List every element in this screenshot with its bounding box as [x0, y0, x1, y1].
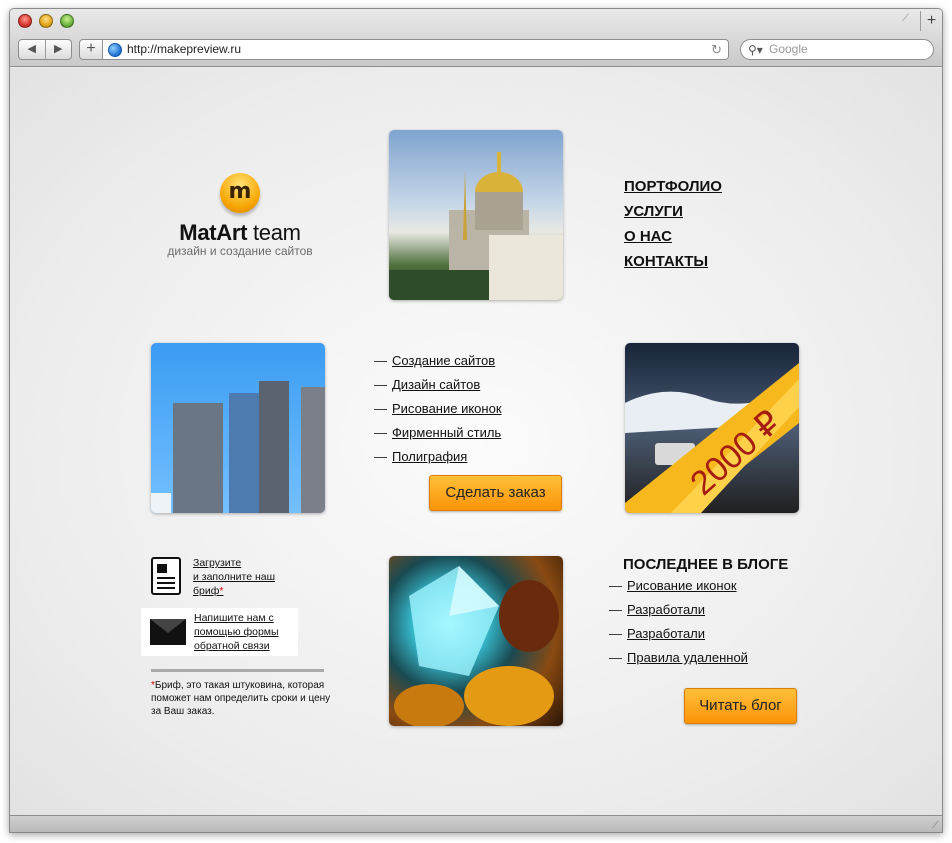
upload-brief-line3: бриф: [193, 585, 220, 597]
back-button[interactable]: ◀: [19, 40, 45, 59]
envelope-icon: [150, 619, 186, 645]
footnote-text: Бриф, это такая штуковина, которая помож…: [151, 680, 331, 717]
list-item: — Разработали: [609, 602, 706, 617]
upload-brief-line2: и заполните наш: [193, 571, 276, 583]
blog-list: — Рисование иконок — Разработали — Разработ…: [609, 574, 748, 670]
menu-item-portfolio[interactable]: Портфолио: [624, 174, 722, 199]
list-item: — Создание сайтов: [374, 353, 496, 368]
search-field[interactable]: ⚲▾ Google: [740, 39, 934, 60]
menu-item-about[interactable]: О нас: [624, 224, 722, 249]
list-item: — Рисование иконок: [374, 401, 502, 416]
logo-name: MatArt team: [150, 220, 330, 246]
brief-footnote: *Бриф, это такая штуковина, которая помо…: [151, 679, 333, 718]
service-link[interactable]: Полиграфия: [392, 449, 467, 464]
globe-icon: [108, 43, 122, 57]
gems-photo: [389, 556, 563, 726]
logo-name-bold: MatArt: [179, 220, 248, 245]
required-star: *: [219, 585, 224, 597]
logo-tagline: дизайн и создание сайтов: [167, 244, 313, 258]
minimize-window-button[interactable]: [39, 14, 53, 28]
zoom-window-button[interactable]: [60, 14, 74, 28]
feedback-block[interactable]: Напишите нам с помощью формы обратной св…: [141, 608, 298, 656]
add-bookmark-button[interactable]: +: [79, 39, 103, 60]
list-item: — Рисование иконок: [609, 578, 737, 593]
tab-overview-icon[interactable]: ⟋: [902, 13, 914, 25]
status-bar: ⟋: [10, 815, 942, 832]
blog-link[interactable]: Разработали: [627, 626, 705, 641]
main-menu: Портфолио Услуги О нас Контакты: [624, 174, 722, 274]
logo-mark: m: [220, 173, 260, 213]
address-bar[interactable]: http://makepreview.ru ↻: [103, 39, 729, 60]
url-text[interactable]: http://makepreview.ru: [127, 42, 241, 56]
list-item: — Дизайн сайтов: [374, 377, 481, 392]
cathedral-photo: [389, 130, 563, 300]
upload-brief-link[interactable]: Загрузите и заполните наш бриф*: [193, 556, 275, 598]
feedback-line1: Напишите нам с: [194, 612, 274, 624]
blog-title: Последнее в блоге: [623, 556, 789, 573]
read-blog-button[interactable]: Читать блог: [684, 688, 797, 724]
menu-item-services[interactable]: Услуги: [624, 199, 722, 224]
blog-link[interactable]: Разработали: [627, 602, 705, 617]
search-icon: ⚲▾: [748, 43, 763, 57]
search-placeholder: Google: [769, 42, 808, 56]
feedback-link[interactable]: Напишите нам с помощью формы обратной св…: [194, 611, 279, 653]
nav-buttons: ◀ ▶: [18, 39, 72, 60]
menu-item-contacts[interactable]: Контакты: [624, 249, 722, 274]
city-photo: [151, 343, 325, 513]
feedback-line2: помощью формы: [194, 626, 279, 638]
list-item: — Полиграфия: [374, 449, 468, 464]
forward-button[interactable]: ▶: [44, 40, 72, 59]
close-window-button[interactable]: [18, 14, 32, 28]
service-link[interactable]: Создание сайтов: [392, 353, 495, 368]
order-button[interactable]: Сделать заказ: [429, 475, 562, 511]
document-icon[interactable]: [151, 557, 181, 595]
service-link[interactable]: Фирменный стиль: [392, 425, 501, 440]
brief-block: Загрузите и заполните наш бриф*: [151, 557, 331, 598]
list-item: — Разработали: [609, 626, 706, 641]
reload-icon[interactable]: ↻: [711, 40, 722, 59]
upload-brief-line1: Загрузите: [193, 557, 242, 569]
blog-link[interactable]: Рисование иконок: [627, 578, 737, 593]
logo-name-rest: team: [247, 220, 301, 245]
service-link[interactable]: Рисование иконок: [392, 401, 502, 416]
new-tab-button[interactable]: +: [920, 11, 942, 31]
services-list: — Создание сайтов — Дизайн сайтов — Рисован…: [374, 349, 502, 469]
browser-toolbar: ⟋ + ◀ ▶ + http://makepreview.ru ↻ ⚲▾ Goo…: [10, 9, 942, 67]
promo-banner[interactable]: 2000 ₽: [625, 343, 799, 513]
page-content: m MatArt team дизайн и создание сайтов П…: [10, 68, 942, 816]
browser-window: ⟋ + ◀ ▶ + http://makepreview.ru ↻ ⚲▾ Goo…: [9, 8, 943, 833]
list-item: — Правила удаленной: [609, 650, 748, 665]
site-logo[interactable]: m MatArt team дизайн и создание сайтов: [150, 173, 330, 258]
divider: [151, 669, 324, 672]
resize-grip-icon[interactable]: ⟋: [932, 820, 939, 831]
list-item: — Фирменный стиль: [374, 425, 502, 440]
service-link[interactable]: Дизайн сайтов: [392, 377, 480, 392]
feedback-line3: обратной связи: [194, 640, 270, 652]
blog-link[interactable]: Правила удаленной: [627, 650, 748, 665]
